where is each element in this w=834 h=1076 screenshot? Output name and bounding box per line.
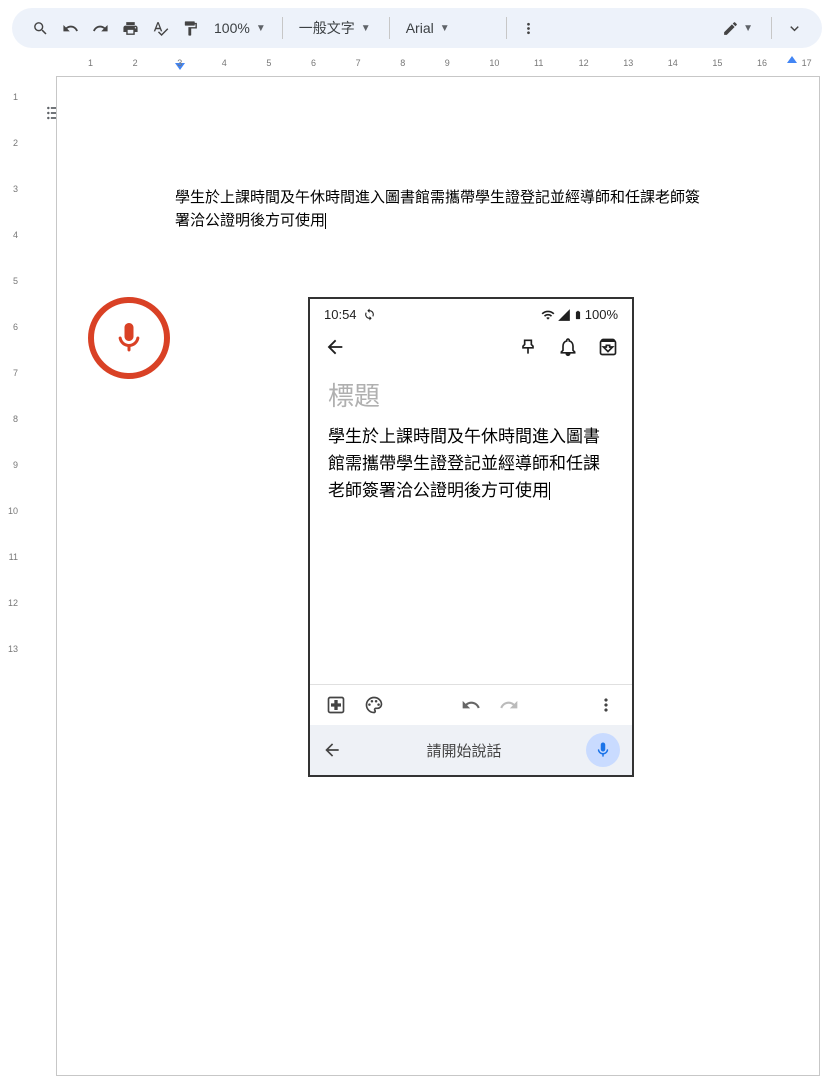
phone-note-text[interactable]: 學生於上課時間及午休時間進入圖書館需攜帶學生證登記並經導師和任課老師簽署洽公證明… [328, 423, 614, 505]
font-value: Arial [406, 20, 434, 36]
phone-note-body[interactable]: 標題 學生於上課時間及午休時間進入圖書館需攜帶學生證登記並經導師和任課老師簽署洽… [310, 366, 632, 684]
redo-icon[interactable] [86, 14, 114, 42]
ruler-tick: 13 [623, 58, 633, 68]
phone-title-placeholder[interactable]: 標題 [328, 376, 614, 413]
edit-mode-button[interactable]: ▼ [712, 14, 763, 42]
voice-prompt-text: 請開始說話 [354, 740, 574, 761]
ruler-tick: 4 [13, 230, 18, 240]
ruler-tick: 1 [88, 58, 93, 68]
phone-status-bar: 10:54 100% [310, 299, 632, 322]
battery-icon [573, 308, 583, 322]
chevron-down-icon: ▼ [256, 23, 266, 34]
phone-bottom-toolbar [310, 684, 632, 725]
ruler-tick: 14 [668, 58, 678, 68]
separator [389, 17, 390, 39]
chevron-down-icon: ▼ [361, 23, 371, 34]
add-icon[interactable] [326, 695, 346, 715]
font-select[interactable]: Arial ▼ [398, 14, 498, 42]
search-icon[interactable] [26, 14, 54, 42]
ruler-tick: 6 [13, 322, 18, 332]
palette-icon[interactable] [364, 695, 384, 715]
zoom-select[interactable]: 100% ▼ [206, 14, 274, 42]
ruler-tick: 13 [8, 644, 18, 654]
more-icon[interactable] [515, 14, 543, 42]
more-vert-icon[interactable] [596, 695, 616, 715]
back-icon[interactable] [322, 740, 342, 760]
voice-typing-mic[interactable] [88, 297, 170, 379]
paint-format-icon[interactable] [176, 14, 204, 42]
ruler-tick: 1 [13, 92, 18, 102]
ruler-tick: 2 [133, 58, 138, 68]
ruler-tick: 3 [13, 184, 18, 194]
phone-mockup: 10:54 100% 標題 學生於上課時間及午休時間進入圖書館需攜帶學生證登記並… [308, 297, 634, 777]
zoom-value: 100% [214, 20, 250, 36]
undo-icon[interactable] [461, 695, 481, 715]
indent-marker-right[interactable] [787, 56, 797, 63]
style-select[interactable]: 一般文字 ▼ [291, 14, 381, 42]
chevron-down-icon: ▼ [743, 23, 753, 34]
main-toolbar: 100% ▼ 一般文字 ▼ Arial ▼ ▼ [12, 8, 822, 48]
ruler-tick: 5 [266, 58, 271, 68]
ruler-tick: 12 [579, 58, 589, 68]
ruler-tick: 3 [177, 58, 182, 68]
ruler-tick: 9 [13, 460, 18, 470]
style-value: 一般文字 [299, 18, 355, 38]
spellcheck-icon[interactable] [146, 14, 174, 42]
collapse-icon[interactable] [780, 14, 808, 42]
phone-voice-input-bar: 請開始說話 [310, 725, 632, 775]
ruler-tick: 12 [8, 598, 18, 608]
back-icon[interactable] [324, 336, 346, 358]
ruler-tick: 5 [13, 276, 18, 286]
phone-battery: 100% [585, 307, 618, 322]
ruler-tick: 15 [712, 58, 722, 68]
separator [506, 17, 507, 39]
redo-icon[interactable] [499, 695, 519, 715]
ruler-tick: 11 [9, 552, 18, 562]
ruler-tick: 10 [489, 58, 499, 68]
phone-mic-button[interactable] [586, 733, 620, 767]
ruler-tick: 4 [222, 58, 227, 68]
separator [771, 17, 772, 39]
ruler-tick: 7 [13, 368, 18, 378]
phone-time: 10:54 [324, 307, 357, 322]
horizontal-ruler: 1234567891011121314151617 [56, 56, 822, 72]
reminder-icon[interactable] [558, 337, 578, 357]
ruler-tick: 16 [757, 58, 767, 68]
vertical-ruler: 12345678910111213 [0, 72, 24, 712]
ruler-tick: 9 [445, 58, 450, 68]
ruler-tick: 10 [8, 506, 18, 516]
ruler-tick: 7 [356, 58, 361, 68]
undo-icon[interactable] [56, 14, 84, 42]
separator [282, 17, 283, 39]
signal-icon [557, 308, 571, 322]
archive-icon[interactable] [598, 337, 618, 357]
print-icon[interactable] [116, 14, 144, 42]
ruler-tick: 8 [13, 414, 18, 424]
wifi-icon [541, 308, 555, 322]
ruler-tick: 17 [802, 58, 812, 68]
phone-header [310, 322, 632, 366]
ruler-tick: 8 [400, 58, 405, 68]
document-text[interactable]: 學生於上課時間及午休時間進入圖書館需攜帶學生證登記並經導師和任課老師簽署洽公證明… [175, 187, 701, 232]
ruler-tick: 11 [534, 58, 543, 68]
ruler-tick: 6 [311, 58, 316, 68]
sync-icon [363, 308, 376, 321]
chevron-down-icon: ▼ [440, 23, 450, 34]
pin-icon[interactable] [518, 337, 538, 357]
ruler-tick: 2 [13, 138, 18, 148]
